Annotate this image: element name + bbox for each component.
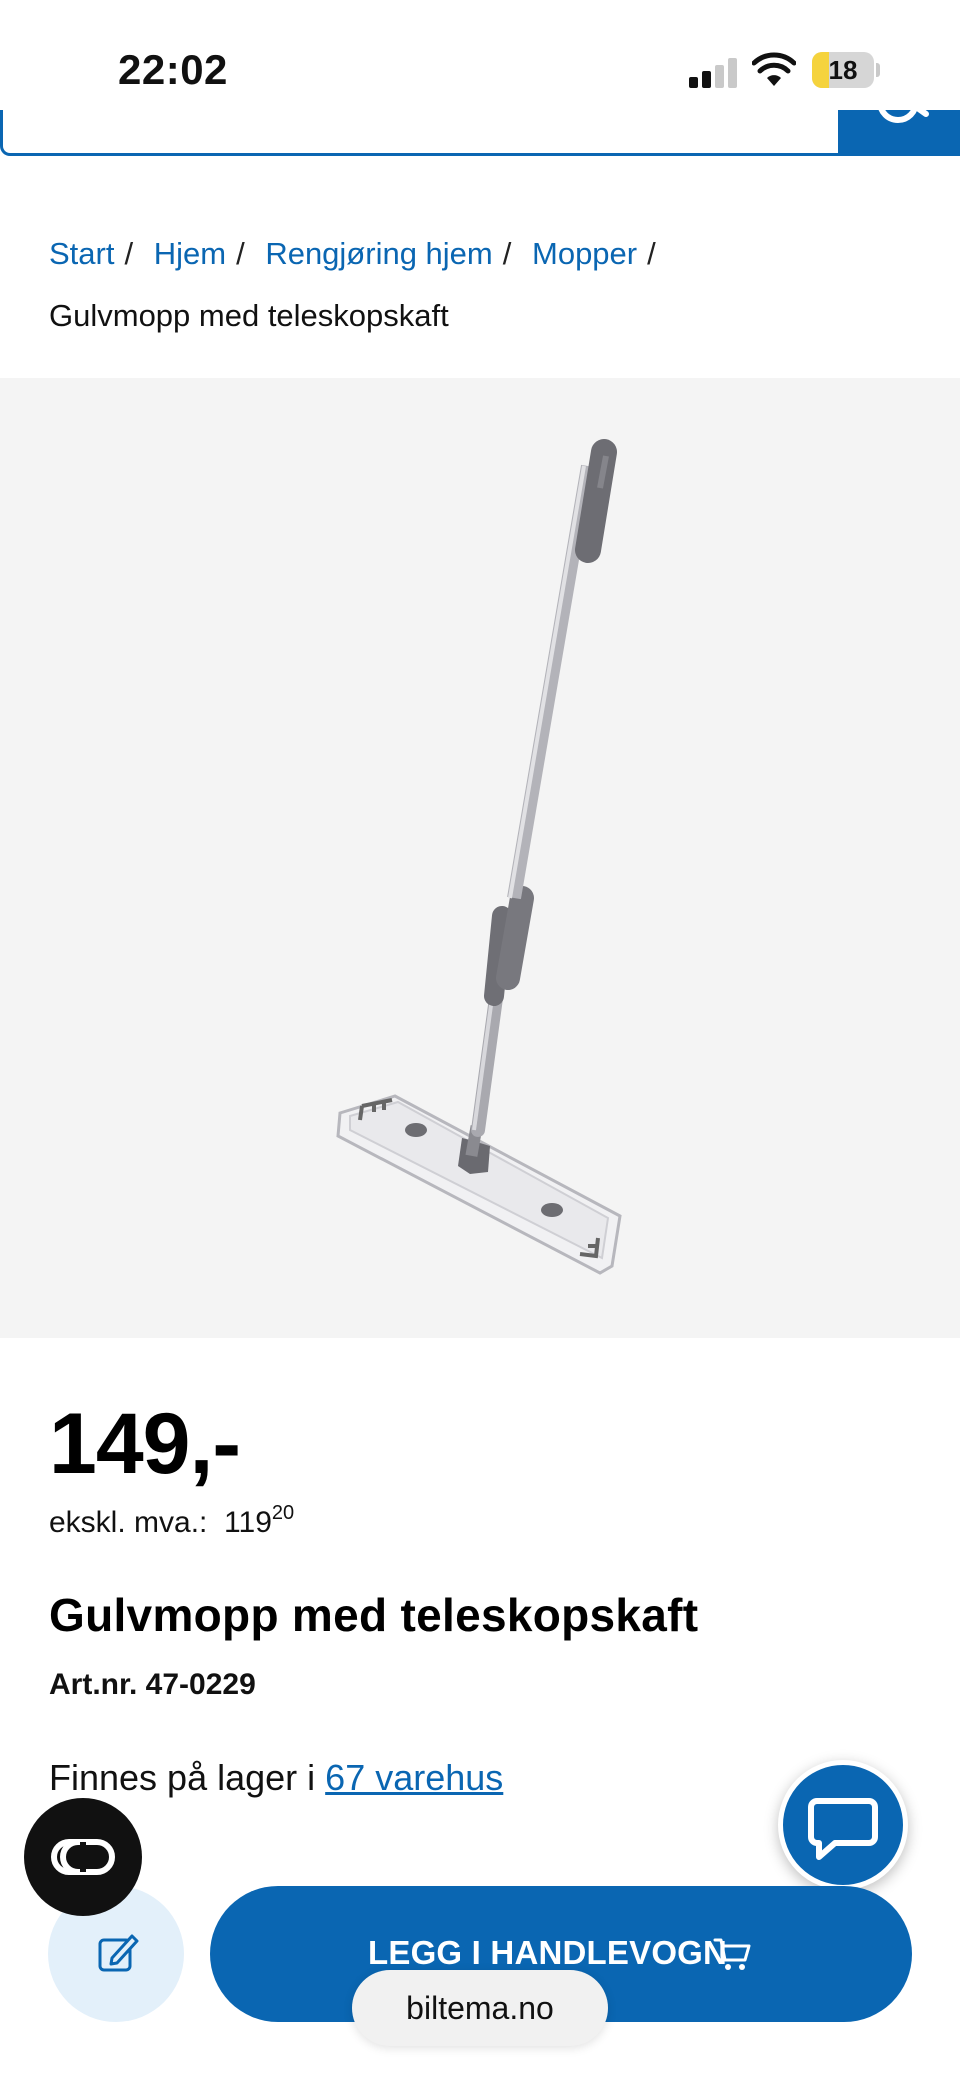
breadcrumb-separator: / (502, 236, 512, 271)
article-number: Art.nr. 47-0229 (49, 1668, 256, 1701)
breadcrumb-mopper[interactable]: Mopper (532, 236, 637, 271)
breadcrumb-rengjoring-hjem[interactable]: Rengjøring hjem (265, 236, 492, 271)
breadcrumb-start[interactable]: Start (49, 236, 114, 271)
vat-label: ekskl. mva.: (49, 1506, 208, 1539)
stock-text: Finnes på lager i (49, 1757, 316, 1798)
chat-button[interactable] (778, 1760, 908, 1890)
product-title: Gulvmopp med teleskopskaft (49, 1589, 699, 1641)
status-time: 22:02 (118, 46, 228, 93)
breadcrumb-separator: / (647, 236, 656, 271)
breadcrumb: Start / Hjem / Rengjøring hjem / Mopper / Gu… (49, 222, 929, 346)
battery-tip (876, 63, 880, 77)
signal-icon (689, 58, 737, 88)
mop-illustration (336, 439, 622, 1275)
stock-stores-link[interactable]: 67 varehus (325, 1757, 503, 1798)
breadcrumb-separator: / (124, 236, 134, 271)
stock-info: Finnes på lager i 67 varehus (49, 1757, 503, 1799)
status-bar: 22:02 18 (0, 0, 960, 110)
product-price: 149,- (49, 1396, 241, 1492)
cart-icon (713, 1938, 751, 1970)
battery-icon: 18 (812, 52, 874, 88)
breadcrumb-separator: / (236, 236, 245, 271)
price-excl-vat: ekskl. mva.: 11920 (49, 1502, 294, 1540)
vat-cents: 20 (271, 1502, 295, 1524)
wifi-icon (752, 52, 796, 86)
chat-icon (808, 1798, 878, 1860)
add-to-cart-label: LEGG I HANDLEVOGN (368, 1934, 728, 1971)
breadcrumb-current: Gulvmopp med teleskopskaft (49, 298, 449, 333)
vat-value: 119 (224, 1506, 272, 1539)
co-icon (51, 1839, 115, 1875)
browser-url-pill[interactable]: biltema.no (352, 1970, 608, 2046)
battery-level: 18 (828, 55, 858, 85)
breadcrumb-hjem[interactable]: Hjem (154, 236, 226, 271)
co-button[interactable] (24, 1798, 142, 1916)
product-image[interactable] (0, 378, 960, 1338)
